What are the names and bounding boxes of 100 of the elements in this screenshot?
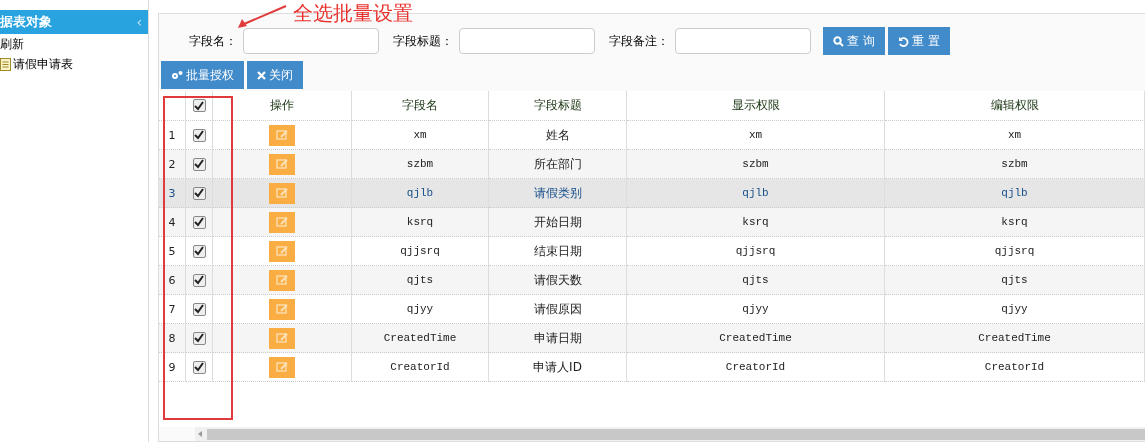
table-cell: 所在部门	[489, 150, 627, 179]
row-number: 5	[159, 237, 186, 266]
column-header: 字段名	[352, 91, 489, 121]
row-number: 1	[159, 121, 186, 150]
row-number: 6	[159, 266, 186, 295]
edit-button[interactable]	[269, 211, 295, 233]
table-cell: szbm	[352, 150, 489, 179]
table-cell: qjts	[627, 266, 885, 295]
column-header: 显示权限	[627, 91, 885, 121]
annotation-text: 全选批量设置	[293, 0, 413, 27]
search-icon	[833, 35, 844, 47]
table-cell: szbm	[885, 150, 1145, 179]
checkbox[interactable]	[192, 186, 206, 200]
checkbox[interactable]	[192, 360, 206, 374]
column-header: 编辑权限	[885, 91, 1145, 121]
edit-icon	[276, 130, 288, 140]
table-cell: xm	[885, 121, 1145, 150]
table-cell: qjlb	[627, 179, 885, 208]
tree-item[interactable]: 刷新	[0, 35, 24, 53]
table-cell: CreatedTime	[885, 324, 1145, 353]
document-icon	[0, 57, 11, 71]
edit-button[interactable]	[269, 124, 295, 146]
edit-button[interactable]	[269, 298, 295, 320]
input-field[interactable]	[243, 28, 379, 54]
checkbox[interactable]	[192, 302, 206, 316]
search-button[interactable]: 查 询	[823, 27, 885, 55]
edit-icon	[276, 159, 288, 169]
table-cell: xm	[627, 121, 885, 150]
table-cell: 请假类别	[489, 179, 627, 208]
gears-icon	[171, 69, 183, 81]
checkbox[interactable]	[192, 331, 206, 345]
table-cell: qjts	[352, 266, 489, 295]
edit-icon	[276, 246, 288, 256]
edit-button[interactable]	[269, 153, 295, 175]
edit-button[interactable]	[269, 182, 295, 204]
table-cell: qjyy	[352, 295, 489, 324]
table-cell: 申请人ID	[489, 353, 627, 382]
batch-authorize-button[interactable]: 批量授权	[161, 61, 244, 89]
table-cell: qjjsrq	[627, 237, 885, 266]
table-cell: 结束日期	[489, 237, 627, 266]
table-cell: szbm	[627, 150, 885, 179]
table-cell: 开始日期	[489, 208, 627, 237]
close-button[interactable]: 关闭	[247, 61, 303, 89]
checkbox[interactable]	[192, 157, 206, 171]
table-cell: CreatedTime	[627, 324, 885, 353]
table-cell: xm	[352, 121, 489, 150]
horizontal-scrollbar[interactable]	[195, 427, 1145, 441]
panel-title: 据表对象	[0, 13, 52, 31]
field-label: 字段标题：	[393, 32, 453, 50]
edit-icon	[276, 333, 288, 343]
edit-icon	[276, 304, 288, 314]
row-number: 2	[159, 150, 186, 179]
table-cell: CreatorId	[627, 353, 885, 382]
checkbox[interactable]	[192, 244, 206, 258]
checkbox[interactable]	[192, 273, 206, 287]
row-number: 7	[159, 295, 186, 324]
table-cell: qjyy	[627, 295, 885, 324]
table-cell: qjyy	[885, 295, 1145, 324]
input-field[interactable]	[675, 28, 811, 54]
checkbox[interactable]	[192, 128, 206, 142]
table-cell: ksrq	[885, 208, 1145, 237]
row-number: 3	[159, 179, 186, 208]
row-number: 9	[159, 353, 186, 382]
edit-icon	[276, 362, 288, 372]
checkbox[interactable]	[192, 215, 206, 229]
table-cell: CreatorId	[885, 353, 1145, 382]
undo-icon	[897, 35, 909, 47]
table-cell: qjts	[885, 266, 1145, 295]
close-icon	[257, 70, 266, 80]
table-cell: qjjsrq	[885, 237, 1145, 266]
edit-button[interactable]	[269, 240, 295, 262]
tree-item[interactable]: 请假申请表	[13, 55, 73, 73]
edit-button[interactable]	[269, 327, 295, 349]
edit-button[interactable]	[269, 269, 295, 291]
annotation-arrow	[236, 4, 288, 30]
table-cell: qjlb	[352, 179, 489, 208]
reset-button[interactable]: 重 置	[887, 27, 950, 55]
input-field[interactable]	[459, 28, 595, 54]
table-cell: 申请日期	[489, 324, 627, 353]
edit-icon	[276, 217, 288, 227]
table-cell: CreatorId	[352, 353, 489, 382]
table-cell: qjlb	[885, 179, 1145, 208]
row-number: 4	[159, 208, 186, 237]
edit-icon	[276, 188, 288, 198]
table-cell: 姓名	[489, 121, 627, 150]
checkbox[interactable]	[192, 99, 206, 112]
edit-icon	[276, 275, 288, 285]
collapse-icon[interactable]: ‹	[136, 14, 142, 30]
table-cell: CreatedTime	[352, 324, 489, 353]
column-header: 字段标题	[489, 91, 627, 121]
table-cell: qjjsrq	[352, 237, 489, 266]
table-cell: ksrq	[352, 208, 489, 237]
table-cell: ksrq	[627, 208, 885, 237]
table-cell: 请假天数	[489, 266, 627, 295]
edit-button[interactable]	[269, 356, 295, 378]
row-number: 8	[159, 324, 186, 353]
column-header: 操作	[213, 91, 352, 121]
table-cell: 请假原因	[489, 295, 627, 324]
field-label: 字段名：	[189, 32, 237, 50]
field-label: 字段备注：	[609, 32, 669, 50]
